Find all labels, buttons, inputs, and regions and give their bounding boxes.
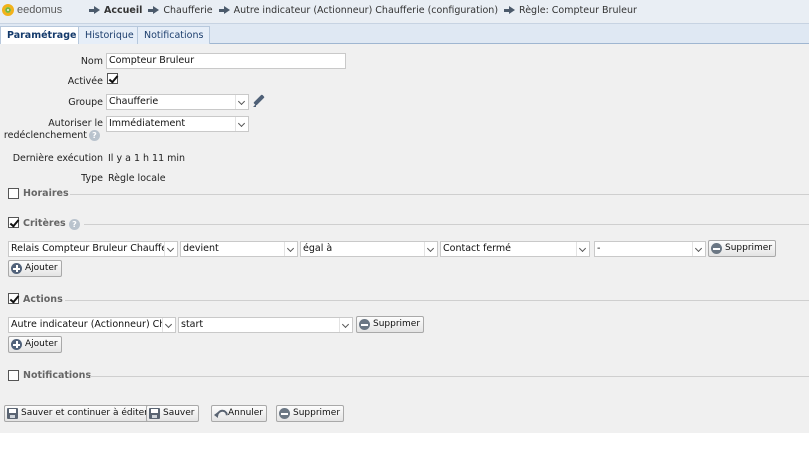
criteria-delete-button[interactable]: Supprimer	[708, 240, 777, 257]
save-label: Sauver	[163, 408, 195, 418]
criteria-device-select[interactable]: Relais Compteur Bruleur Chaufferi	[8, 241, 178, 257]
action-add-button[interactable]: Ajouter	[8, 336, 62, 353]
arrow-right-icon	[148, 6, 160, 15]
breadcrumb-item-rule: Règle: Compteur Bruleur	[519, 5, 637, 16]
undo-arrow-icon	[214, 408, 225, 419]
minus-circle-icon	[711, 243, 722, 254]
help-icon[interactable]: ?	[89, 130, 100, 141]
action-value-select[interactable]: start	[178, 317, 353, 333]
criteria-event-select[interactable]: devient	[180, 241, 298, 257]
action-delete-button[interactable]: Supprimer	[356, 316, 425, 333]
chevron-down-icon	[162, 318, 175, 332]
delete-button[interactable]: Supprimer	[276, 405, 345, 422]
section-divider	[84, 224, 809, 225]
delete-label: Supprimer	[293, 408, 341, 418]
section-divider	[70, 194, 809, 195]
criteria-add-button[interactable]: Ajouter	[8, 260, 62, 277]
type-label: Type	[81, 173, 103, 184]
minus-circle-icon	[359, 319, 370, 330]
top-bar: eedomus Accueil Chaufferie Autre indicat…	[0, 0, 809, 24]
save-button[interactable]: Sauver	[146, 405, 199, 422]
chevron-down-icon	[164, 242, 177, 256]
derniere-execution-label: Dernière exécution	[12, 153, 103, 164]
plus-circle-icon	[11, 339, 22, 350]
notifications-checkbox[interactable]	[8, 370, 19, 381]
tab-bar: Paramétrage Historique Notifications	[0, 24, 809, 45]
floppy-disk-icon	[7, 408, 18, 419]
criteria-value-value: Contact fermé	[443, 243, 512, 254]
action-add-label: Ajouter	[25, 339, 58, 349]
criteria-delete-label: Supprimer	[725, 243, 773, 253]
action-value-value: start	[181, 319, 204, 330]
chevron-down-icon	[235, 95, 248, 109]
chevron-down-icon	[284, 242, 297, 256]
groupe-label: Groupe	[68, 97, 103, 108]
criteria-value-select[interactable]: Contact fermé	[440, 241, 590, 257]
logo[interactable]: eedomus	[2, 4, 62, 16]
plus-circle-icon	[11, 263, 22, 274]
groupe-select-value: Chaufferie	[109, 96, 159, 107]
criteria-operator-select[interactable]: égal à	[300, 241, 438, 257]
horaires-checkbox[interactable]	[8, 188, 19, 199]
redeclenchement-select[interactable]: Immédiatement	[106, 116, 249, 132]
logo-ring-icon	[2, 4, 14, 16]
criteria-operator-value: égal à	[303, 243, 333, 254]
save-continue-label: Sauver et continuer à éditer	[21, 408, 148, 418]
tab-notifications[interactable]: Notifications	[137, 26, 211, 44]
breadcrumb-item-device[interactable]: Autre indicateur (Actionneur) Chaufferie…	[234, 5, 498, 16]
arrow-right-icon	[89, 6, 100, 15]
chevron-down-icon	[692, 242, 705, 256]
logo-text: eedomus	[17, 4, 63, 16]
breadcrumb-item-accueil[interactable]: Accueil	[104, 5, 142, 16]
pencil-edit-icon[interactable]	[252, 94, 266, 108]
criteria-event-value: devient	[183, 243, 219, 254]
chevron-down-icon	[424, 242, 437, 256]
redeclenchement-label-2: redéclenchement	[3, 130, 87, 141]
activee-checkbox[interactable]	[107, 73, 118, 84]
derniere-execution-value: Il y a 1 h 11 min	[108, 153, 186, 164]
main-content: Nom Compteur Bruleur Activée Groupe Chau…	[0, 44, 809, 433]
floppy-disk-icon	[149, 408, 160, 419]
actions-section-title[interactable]: Actions	[23, 294, 63, 305]
section-divider	[90, 376, 809, 377]
groupe-select[interactable]: Chaufferie	[106, 94, 249, 110]
action-delete-label: Supprimer	[373, 319, 421, 329]
cancel-button[interactable]: Annuler	[211, 405, 268, 422]
breadcrumb-item-chaufferie[interactable]: Chaufferie	[163, 5, 212, 16]
chevron-down-icon	[339, 318, 352, 332]
redeclenchement-select-value: Immédiatement	[109, 118, 186, 129]
redeclenchement-label-1: Autoriser le	[48, 118, 103, 129]
chevron-down-icon	[576, 242, 589, 256]
breadcrumb: Accueil Chaufferie Autre indicateur (Act…	[89, 5, 637, 16]
nom-input[interactable]: Compteur Bruleur	[106, 53, 346, 69]
arrow-right-icon	[218, 6, 230, 15]
action-device-value: Autre indicateur (Actionneur) Ch	[11, 319, 166, 330]
criteres-section-title[interactable]: Critères	[23, 218, 66, 229]
horaires-section-title[interactable]: Horaires	[23, 188, 69, 199]
type-value: Règle locale	[108, 173, 166, 184]
section-divider	[65, 300, 809, 301]
tab-historique[interactable]: Historique	[78, 26, 141, 44]
save-continue-button[interactable]: Sauver et continuer à éditer	[4, 405, 152, 422]
criteria-extra-value: -	[597, 243, 601, 254]
activee-label: Activée	[67, 76, 103, 87]
nom-label: Nom	[80, 56, 103, 67]
help-icon[interactable]: ?	[69, 219, 80, 230]
criteria-add-label: Ajouter	[25, 263, 58, 273]
tab-parametrage[interactable]: Paramétrage	[0, 26, 84, 45]
arrow-right-icon	[504, 6, 516, 15]
criteria-device-value: Relais Compteur Bruleur Chaufferi	[11, 243, 174, 254]
actions-checkbox[interactable]	[8, 293, 19, 304]
criteria-extra-select[interactable]: -	[594, 241, 706, 257]
cancel-label: Annuler	[228, 408, 264, 418]
chevron-down-icon	[235, 117, 248, 131]
minus-circle-icon	[279, 408, 290, 419]
criteres-checkbox[interactable]	[8, 217, 19, 228]
notifications-section-title[interactable]: Notifications	[23, 370, 91, 381]
action-device-select[interactable]: Autre indicateur (Actionneur) Ch	[8, 317, 176, 333]
